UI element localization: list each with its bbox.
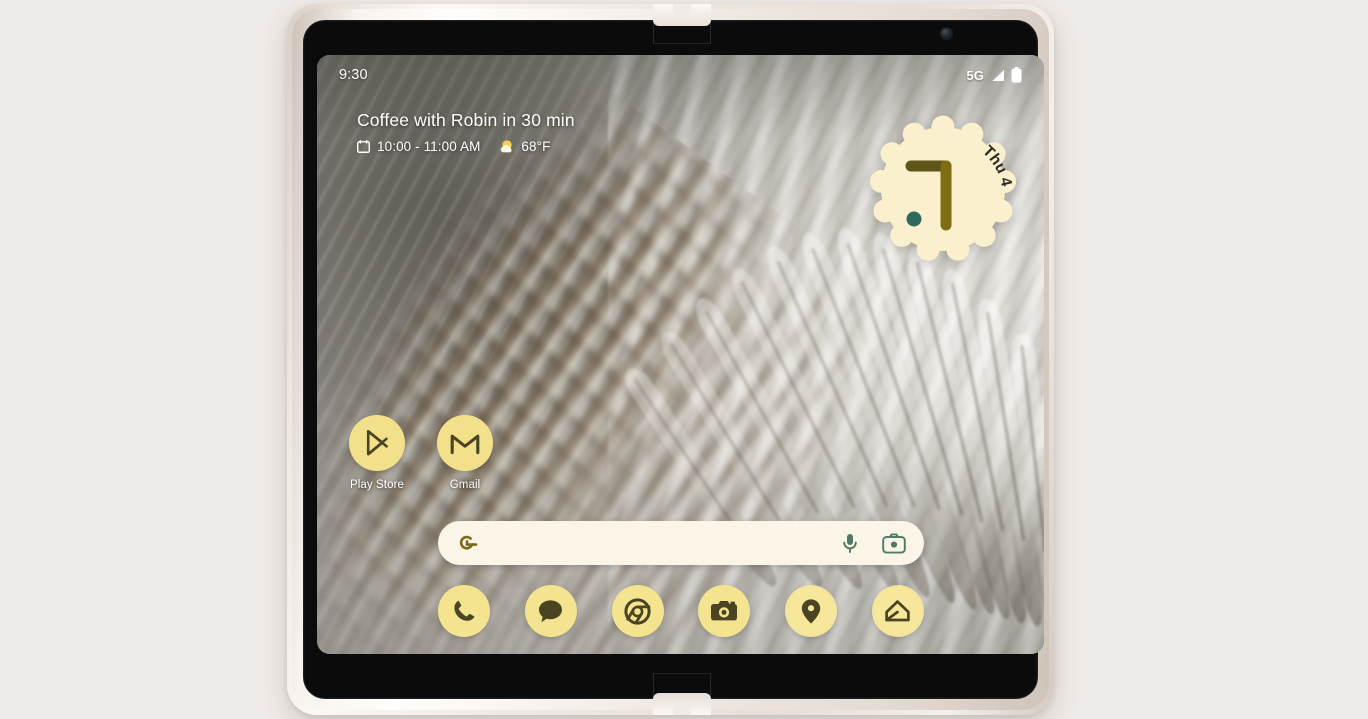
phone-icon xyxy=(454,600,475,621)
google-home-icon xyxy=(885,600,911,622)
clock-accent-dot xyxy=(906,211,922,227)
app-icon-circle[interactable] xyxy=(349,415,405,471)
google-g-icon xyxy=(456,532,478,554)
search-input[interactable] xyxy=(478,534,840,552)
app-label: Play Store xyxy=(349,479,405,491)
home-app-grid: Play Store Gmail xyxy=(347,415,495,491)
play-store-icon xyxy=(366,430,388,456)
messages-icon xyxy=(539,600,563,623)
google-search-bar[interactable] xyxy=(438,521,924,565)
battery-full-icon xyxy=(1011,67,1022,83)
chrome-icon xyxy=(624,597,651,625)
dock-item-chrome[interactable] xyxy=(611,585,664,637)
app-gmail[interactable]: Gmail xyxy=(435,415,495,491)
dock-item-home[interactable] xyxy=(871,585,924,637)
glance-temperature: 68°F xyxy=(521,139,551,154)
glance-detail-row: 10:00 - 11:00 AM 68°F xyxy=(357,139,575,154)
at-a-glance-widget[interactable]: Coffee with Robin in 30 min 10:00 - 11:0… xyxy=(357,110,575,154)
app-icon-circle[interactable] xyxy=(437,415,493,471)
gmail-icon xyxy=(450,434,480,455)
sun-behind-cloud-icon xyxy=(501,140,513,153)
dock xyxy=(438,585,924,637)
hinge-notch-bottom xyxy=(653,693,711,715)
network-type-label: 5G xyxy=(966,67,984,83)
google-lens-camera-icon[interactable] xyxy=(882,532,906,554)
screenshot-stage: 9:30 5G Coffee with Robin in 30 min 10:0… xyxy=(0,0,1368,719)
camera-icon xyxy=(711,601,738,621)
hinge-notch-top xyxy=(653,4,711,26)
signal-bars-icon xyxy=(992,69,1004,81)
status-bar: 9:30 5G xyxy=(317,55,1044,95)
dock-item-phone[interactable] xyxy=(438,585,490,637)
clock-widget[interactable]: Thu 4 xyxy=(867,113,1019,265)
dock-item-camera[interactable] xyxy=(698,585,751,637)
app-play-store[interactable]: Play Store xyxy=(347,415,407,491)
glance-time-range: 10:00 - 11:00 AM xyxy=(377,139,481,154)
dock-item-maps[interactable] xyxy=(785,585,838,637)
status-icons: 5G xyxy=(966,67,1022,83)
maps-pin-icon xyxy=(801,598,821,624)
front-camera-lens xyxy=(941,28,952,39)
glance-event-title: Coffee with Robin in 30 min xyxy=(357,110,575,130)
dock-item-messages[interactable] xyxy=(524,585,577,637)
status-clock: 9:30 xyxy=(339,67,368,83)
phone-screen: 9:30 5G Coffee with Robin in 30 min 10:0… xyxy=(317,55,1044,654)
app-label: Gmail xyxy=(449,479,481,491)
microphone-icon[interactable] xyxy=(840,532,860,554)
calendar-icon xyxy=(357,140,370,153)
